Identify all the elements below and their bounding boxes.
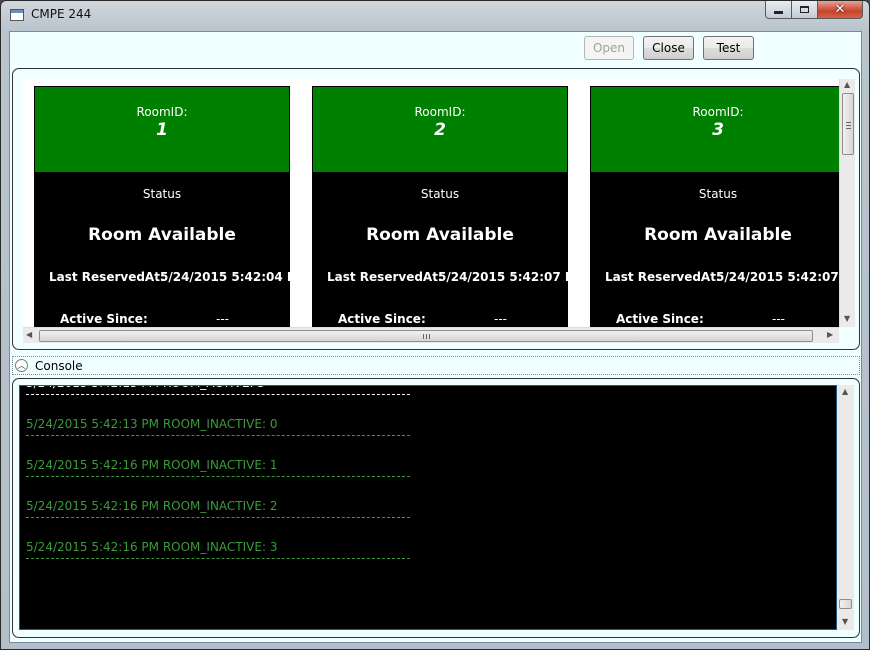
status-value: Room Available [366, 225, 514, 245]
log-line: 5/24/2015 5:42:16 PM ROOM_INACTIVE: 2 [26, 499, 278, 513]
log-line: 5/24/2015 5:42:13 PM ROOM_ACTIVE: 3 [20, 386, 836, 390]
console-scroll-thumb[interactable] [839, 599, 852, 609]
chevron-up-icon[interactable]: ︿ [15, 359, 28, 372]
active-since-label: Active Since: [338, 312, 426, 326]
status-value: Room Available [88, 225, 236, 245]
status-label: Status [698, 187, 738, 201]
vertical-scroll-thumb[interactable] [842, 93, 854, 155]
last-reserved-label: Last ReservedAt: [327, 270, 443, 284]
scroll-right-arrow-icon[interactable]: ▶ [827, 331, 833, 339]
room-card: RoomID: 1 Status Room Available Last Res… [32, 84, 308, 327]
console-log[interactable]: 5/24/2015 5:42:13 PM ROOM_ACTIVE: 3 5/24/… [19, 385, 837, 630]
log-separator [26, 476, 410, 477]
active-since-value: --- [494, 312, 507, 326]
active-since-value: --- [216, 312, 229, 326]
room-body: Status Room Available Last ReservedAt: 5… [591, 173, 839, 327]
scroll-up-arrow-icon[interactable]: ▲ [842, 388, 848, 396]
console-expander[interactable]: ︿ Console [12, 356, 860, 375]
last-reserved-label: Last ReservedAt: [605, 270, 721, 284]
active-since-value: --- [772, 312, 785, 326]
log-separator [26, 517, 410, 518]
grip-icon [423, 334, 430, 339]
log-entries: 5/24/2015 5:42:13 PM ROOM_ACTIVE: 3 5/24/… [20, 386, 836, 559]
room-id-value: 3 [712, 120, 724, 140]
room-id-label: RoomID: [692, 105, 744, 119]
app-window: CMPE 244 ✕ Open Close Test RoomID: 1 Sta… [0, 0, 870, 650]
maximize-button[interactable] [792, 1, 818, 19]
test-button[interactable]: Test [703, 36, 754, 60]
rooms-horizontal-scrollbar[interactable]: ◀ ▶ [23, 327, 839, 343]
client-area: Open Close Test RoomID: 1 Status Room Av… [9, 31, 862, 643]
console-vertical-scrollbar[interactable]: ▲ ▼ [837, 385, 854, 630]
last-reserved-value: 5/24/2015 5:42:04 PM [160, 270, 308, 284]
log-separator [26, 435, 410, 436]
scroll-down-arrow-icon[interactable]: ▼ [842, 618, 848, 626]
room-card: RoomID: 3 Status Room Available Last Res… [588, 84, 839, 327]
room-header: RoomID: 3 [591, 87, 839, 173]
room-body: Status Room Available Last ReservedAt: 5… [35, 173, 308, 327]
rooms-viewport: RoomID: 1 Status Room Available Last Res… [23, 79, 839, 327]
log-separator [26, 558, 410, 559]
room-id-label: RoomID: [136, 105, 188, 119]
rooms-panel: RoomID: 1 Status Room Available Last Res… [12, 68, 860, 350]
room-header: RoomID: 2 [313, 87, 567, 173]
horizontal-scroll-thumb[interactable] [39, 330, 813, 342]
room-card: RoomID: 2 Status Room Available Last Res… [310, 84, 586, 327]
close-button[interactable]: Close [643, 36, 694, 60]
log-line: 5/24/2015 5:42:16 PM ROOM_INACTIVE: 3 [26, 540, 278, 554]
scroll-down-arrow-icon[interactable]: ▼ [844, 315, 850, 323]
app-window-icon [10, 9, 24, 21]
console-panel: 5/24/2015 5:42:13 PM ROOM_ACTIVE: 3 5/24/… [12, 378, 860, 638]
room-id-value: 1 [156, 120, 168, 140]
scroll-up-arrow-icon[interactable]: ▲ [844, 81, 850, 89]
status-label: Status [142, 187, 182, 201]
open-button[interactable]: Open [584, 36, 634, 60]
caption-buttons: ✕ [765, 1, 863, 21]
minimize-icon [774, 11, 783, 14]
status-label: Status [420, 187, 460, 201]
log-separator [26, 394, 410, 395]
minimize-button[interactable] [765, 1, 792, 19]
active-since-label: Active Since: [60, 312, 148, 326]
maximize-icon [800, 6, 809, 13]
active-since-label: Active Since: [616, 312, 704, 326]
window-close-button[interactable]: ✕ [818, 1, 863, 19]
close-icon: ✕ [834, 2, 846, 17]
last-reserved-value: 5/24/2015 5:42:07 PM [438, 270, 586, 284]
scroll-left-arrow-icon[interactable]: ◀ [26, 331, 32, 339]
room-id-label: RoomID: [414, 105, 466, 119]
console-title: Console [35, 359, 83, 373]
grip-icon [846, 122, 851, 129]
room-id-value: 2 [434, 120, 446, 140]
last-reserved-value: 5/24/2015 5:42:07 PM [716, 270, 839, 284]
window-title: CMPE 244 [31, 7, 92, 21]
room-header: RoomID: 1 [35, 87, 289, 173]
log-line: 5/24/2015 5:42:13 PM ROOM_INACTIVE: 0 [26, 417, 278, 431]
status-value: Room Available [644, 225, 792, 245]
title-bar[interactable]: CMPE 244 ✕ [1, 1, 869, 31]
rooms-vertical-scrollbar[interactable]: ▲ ▼ [839, 79, 855, 327]
last-reserved-label: Last ReservedAt: [49, 270, 165, 284]
room-body: Status Room Available Last ReservedAt: 5… [313, 173, 586, 327]
log-line: 5/24/2015 5:42:16 PM ROOM_INACTIVE: 1 [26, 458, 278, 472]
